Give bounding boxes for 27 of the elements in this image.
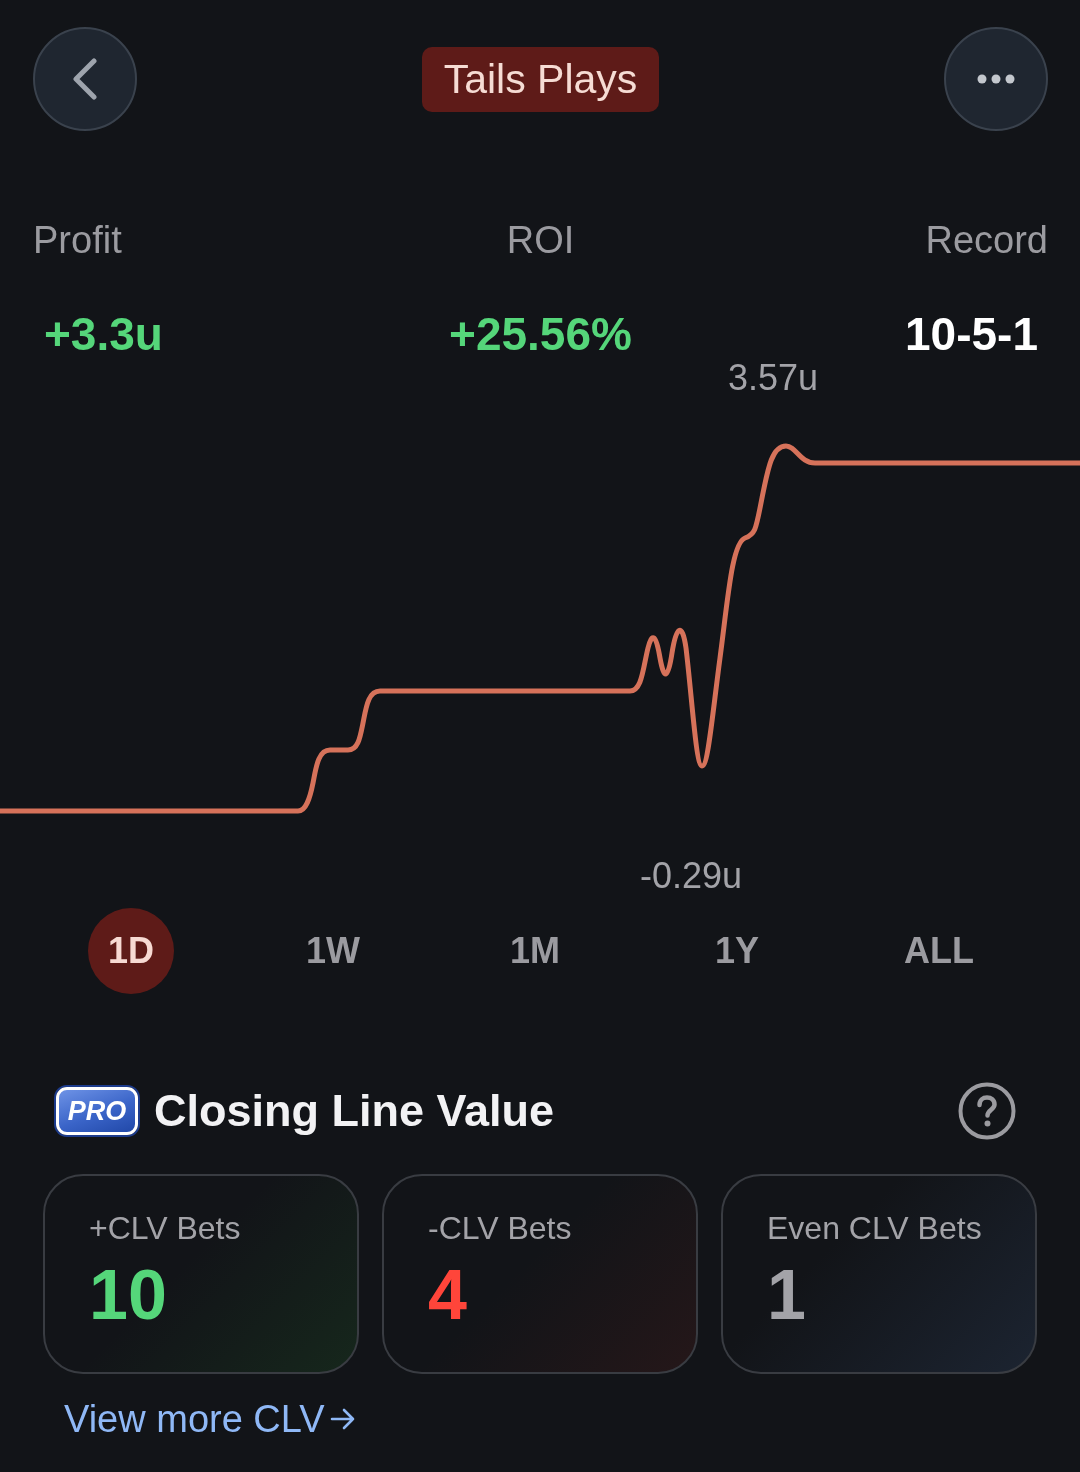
stat-label: Record [925,218,1048,263]
arrow-right-icon [330,1408,357,1430]
chart-max-label: 3.57u [728,358,819,398]
clv-count: 4 [428,1258,467,1332]
stat-value: 10-5-1 [905,307,1039,362]
view-more-link[interactable]: View more CLV [64,1396,357,1442]
clv-count: 1 [767,1258,806,1332]
clv-count: 10 [89,1258,167,1332]
title-badge: Tails Plays [421,46,660,112]
period-tab[interactable]: ALL [896,908,982,994]
period-tab[interactable]: 1Y [694,908,780,994]
pro-badge: PRO [56,1087,138,1135]
clv-card-label: +CLV Bets [89,1209,241,1248]
ellipsis-icon [977,74,1015,84]
chevron-left-icon [73,58,97,100]
period-tab[interactable]: 1M [492,908,578,994]
clv-card-label: Even CLV Bets [767,1209,982,1248]
period-tab[interactable]: 1D [88,908,174,994]
stat-label: Profit [33,218,122,263]
period-tab[interactable]: 1W [290,908,376,994]
chart-min-label: -0.29u [640,856,743,896]
stat-label: ROI [506,218,575,263]
stat-value: +3.3u [43,307,163,362]
help-icon[interactable] [958,1082,1016,1140]
clv-card-label: -CLV Bets [428,1209,572,1248]
section-title: Closing Line Value [154,1085,556,1137]
stat-value: +25.56% [449,307,632,362]
